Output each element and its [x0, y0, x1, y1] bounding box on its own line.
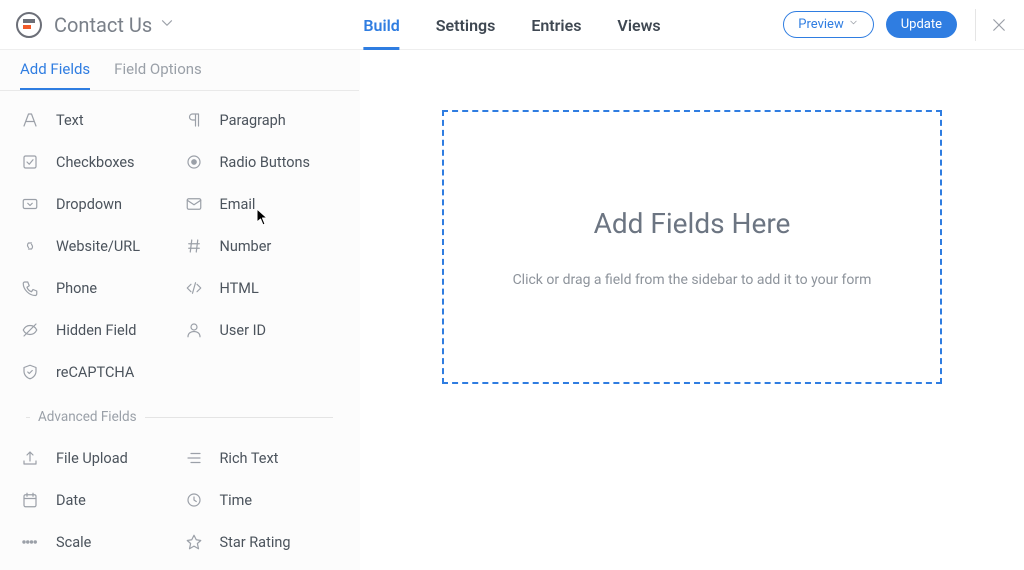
field-label: Radio Buttons [220, 154, 311, 171]
form-canvas: Add Fields Here Click or drag a field fr… [360, 50, 1024, 570]
form-title: Contact Us [54, 13, 152, 37]
field-type-paragraph[interactable]: Paragraph [180, 99, 344, 141]
form-title-dropdown[interactable]: Contact Us [54, 13, 176, 37]
field-type-website-url[interactable]: Website/URL [16, 225, 180, 267]
field-type-hidden-field[interactable]: Hidden Field [16, 309, 180, 351]
field-label: User ID [220, 322, 267, 339]
email-icon [184, 194, 204, 214]
hidden-icon [20, 320, 40, 340]
field-label: Phone [56, 280, 97, 297]
richtext-icon [184, 448, 204, 468]
clock-icon [184, 490, 204, 510]
upload-icon [20, 448, 40, 468]
dropzone-heading: Add Fields Here [594, 207, 791, 240]
field-type-date[interactable]: Date [16, 479, 180, 521]
scale-icon [20, 532, 40, 552]
calendar-icon [20, 490, 40, 510]
field-label: Number [220, 238, 272, 255]
tab-build[interactable]: Build [363, 16, 399, 50]
field-label: Rich Text [220, 450, 279, 467]
phone-icon [20, 278, 40, 298]
field-label: Paragraph [220, 112, 286, 129]
shield-icon [20, 362, 40, 382]
field-label: reCAPTCHA [56, 364, 134, 381]
field-label: Star Rating [220, 534, 291, 551]
field-type-text[interactable]: Text [16, 99, 180, 141]
field-label: Checkboxes [56, 154, 135, 171]
preview-button[interactable]: Preview [783, 11, 873, 38]
sidebar-tab-field-options[interactable]: Field Options [114, 60, 202, 90]
caret-down-icon [848, 17, 859, 32]
link-icon [20, 236, 40, 256]
field-label: Scale [56, 534, 91, 551]
star-icon [184, 532, 204, 552]
field-label: File Upload [56, 450, 128, 467]
app-logo [16, 12, 42, 38]
field-label: Dropdown [56, 196, 122, 213]
field-type-scale[interactable]: Scale [16, 521, 180, 563]
tab-views[interactable]: Views [617, 16, 660, 50]
field-type-checkboxes[interactable]: Checkboxes [16, 141, 180, 183]
field-type-email[interactable]: Email [180, 183, 344, 225]
code-icon [184, 278, 204, 298]
field-type-number[interactable]: Number [180, 225, 344, 267]
field-type-phone[interactable]: Phone [16, 267, 180, 309]
dropdown-icon [20, 194, 40, 214]
field-label: Email [220, 196, 256, 213]
main-tabs: Build Settings Entries Views [363, 0, 660, 50]
dropzone[interactable]: Add Fields Here Click or drag a field fr… [442, 110, 942, 384]
field-type-file-upload[interactable]: File Upload [16, 437, 180, 479]
field-label: Text [56, 112, 84, 129]
field-type-radio-buttons[interactable]: Radio Buttons [180, 141, 344, 183]
field-type-html[interactable]: HTML [180, 267, 344, 309]
field-label: Hidden Field [56, 322, 136, 339]
field-type-user-id[interactable]: User ID [180, 309, 344, 351]
field-label: HTML [220, 280, 259, 297]
hash-icon [184, 236, 204, 256]
close-button[interactable] [975, 9, 1008, 41]
update-button[interactable]: Update [886, 11, 957, 38]
radio-icon [184, 152, 204, 172]
dropzone-subtext: Click or drag a field from the sidebar t… [513, 272, 872, 288]
field-type-dropdown[interactable]: Dropdown [16, 183, 180, 225]
caret-down-icon [158, 13, 176, 37]
sidebar-tab-add-fields[interactable]: Add Fields [20, 60, 90, 90]
field-type-recaptcha[interactable]: reCAPTCHA [16, 351, 180, 393]
sidebar: Add Fields Field Options Text Paragraph Ch… [0, 50, 360, 570]
tab-entries[interactable]: Entries [531, 16, 581, 50]
field-label: Website/URL [56, 238, 140, 255]
text-icon [20, 110, 40, 130]
field-type-rich-text[interactable]: Rich Text [180, 437, 344, 479]
field-type-time[interactable]: Time [180, 479, 344, 521]
section-header-advanced: Advanced Fields [0, 393, 359, 429]
field-label: Time [220, 492, 253, 509]
field-type-star-rating[interactable]: Star Rating [180, 521, 344, 563]
field-label: Date [56, 492, 86, 509]
checkbox-icon [20, 152, 40, 172]
user-icon [184, 320, 204, 340]
paragraph-icon [184, 110, 204, 130]
tab-settings[interactable]: Settings [436, 16, 496, 50]
